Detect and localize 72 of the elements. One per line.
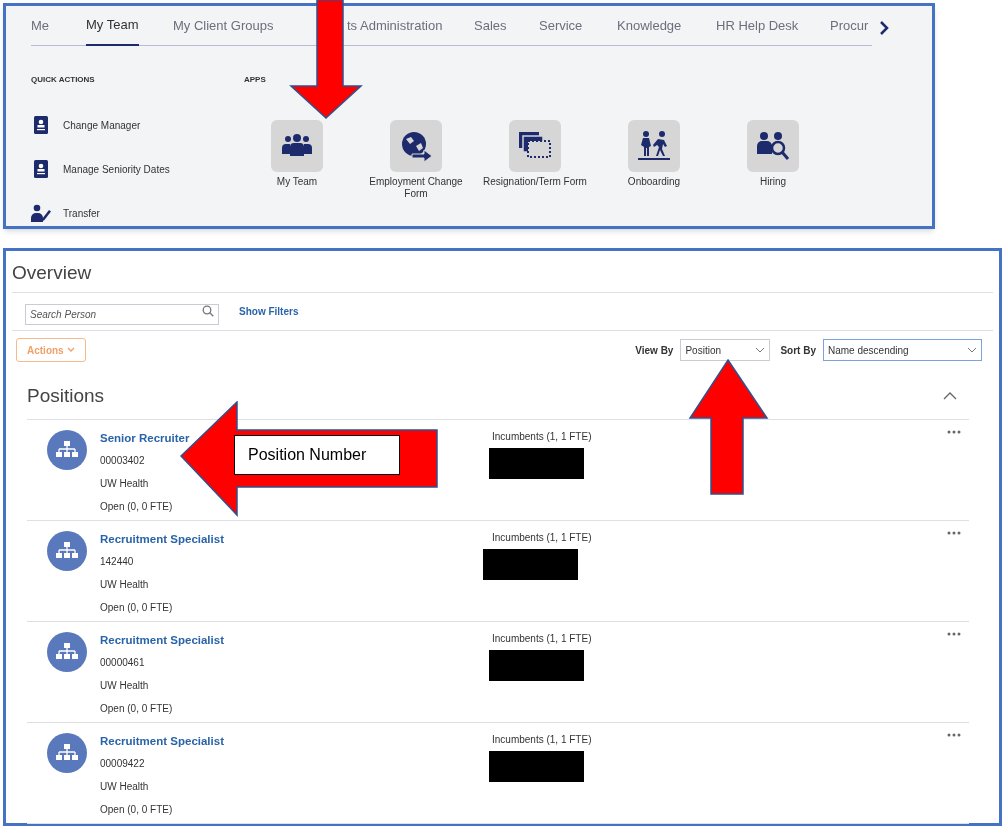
org-chart-icon (56, 642, 78, 661)
person-edit-icon (31, 204, 51, 222)
position-detail: Open (0, 0 FTE) (100, 600, 173, 615)
tab[interactable]: My Team (86, 14, 139, 46)
tab[interactable]: ts Administration (347, 15, 443, 45)
app-label: Hiring (758, 176, 788, 188)
annotation-label: Position Number (234, 435, 400, 475)
tab[interactable]: My Client Groups (173, 15, 274, 45)
tab[interactable]: Sales (474, 15, 507, 45)
incumbents-label: Incumbents (1, 1 FTE) (492, 732, 592, 747)
tab[interactable]: Service (539, 15, 583, 45)
position-detail: 00000461 (100, 655, 145, 670)
quick-action-link[interactable]: Transfer (63, 205, 100, 221)
more-options-icon[interactable] (947, 732, 961, 737)
incumbents-label: Incumbents (1, 1 FTE) (492, 429, 592, 444)
more-options-icon[interactable] (947, 631, 961, 636)
section-label: QUICK ACTIONS (31, 74, 96, 86)
id-badge-icon (34, 116, 48, 134)
org-chart-icon (56, 440, 78, 459)
collapse-icon[interactable] (943, 392, 957, 400)
field-label: Sort By (780, 343, 816, 358)
person-search-icon (755, 130, 791, 162)
app-label: Resignation/Term Form (482, 176, 588, 188)
dropdown[interactable]: Position (680, 339, 771, 361)
app-label: My Team (275, 176, 319, 188)
section-title: Positions (27, 383, 105, 408)
incumbents-label: Incumbents (1, 1 FTE) (492, 530, 592, 545)
app-tile[interactable] (271, 120, 323, 172)
position-detail: UW Health (100, 678, 149, 693)
app-tile[interactable] (628, 120, 680, 172)
search-icon (202, 304, 214, 317)
position-title-link[interactable]: Recruitment Specialist (100, 732, 224, 749)
more-options-icon[interactable] (947, 530, 961, 535)
quick-action-link[interactable]: Change Manager (63, 117, 141, 133)
field-label: View By (635, 343, 674, 358)
org-chart-icon (56, 743, 78, 762)
chevron-right-icon[interactable] (878, 20, 890, 36)
app-tile[interactable] (509, 120, 561, 172)
search-field[interactable]: Search Person (25, 303, 219, 325)
position-title-link[interactable]: Recruitment Specialist (100, 631, 224, 648)
position-detail: 00003402 (100, 453, 145, 468)
position-title-link[interactable]: Senior Recruiter (100, 429, 190, 446)
position-detail: Open (0, 0 FTE) (100, 499, 173, 514)
position-detail: UW Health (100, 779, 149, 794)
app-label: Onboarding (626, 176, 682, 188)
id-badge-icon (34, 160, 48, 178)
chevron-down-icon (967, 347, 977, 353)
tab[interactable]: Me (31, 15, 50, 45)
position-detail: Open (0, 0 FTE) (100, 802, 173, 817)
tab[interactable]: Procur (830, 15, 869, 45)
position-detail: 142440 (100, 554, 134, 569)
app-tile[interactable] (390, 120, 442, 172)
position-detail: UW Health (100, 577, 149, 592)
section-label: APPS (244, 74, 267, 86)
tab[interactable]: HR Help Desk (716, 15, 799, 45)
tab[interactable]: Knowledge (617, 15, 682, 45)
caret-icon (66, 347, 75, 353)
people-walking-icon (636, 130, 672, 162)
position-detail: UW Health (100, 476, 149, 491)
more-options-icon[interactable] (947, 429, 961, 434)
incumbents-label: Incumbents (1, 1 FTE) (492, 631, 592, 646)
position-title-link[interactable]: Recruitment Specialist (100, 530, 224, 547)
app-tile[interactable] (747, 120, 799, 172)
chevron-down-icon (755, 347, 766, 353)
page-title: Overview (11, 261, 93, 285)
position-detail: Open (0, 0 FTE) (100, 701, 173, 716)
quick-action-link[interactable]: Manage Seniority Dates (63, 161, 170, 177)
show-filters-link[interactable]: Show Filters (239, 303, 299, 319)
dropdown[interactable]: Name descending (823, 339, 982, 361)
org-chart-icon (56, 541, 78, 560)
position-detail: 00009422 (100, 756, 145, 771)
app-label: Employment Change Form (368, 176, 464, 200)
